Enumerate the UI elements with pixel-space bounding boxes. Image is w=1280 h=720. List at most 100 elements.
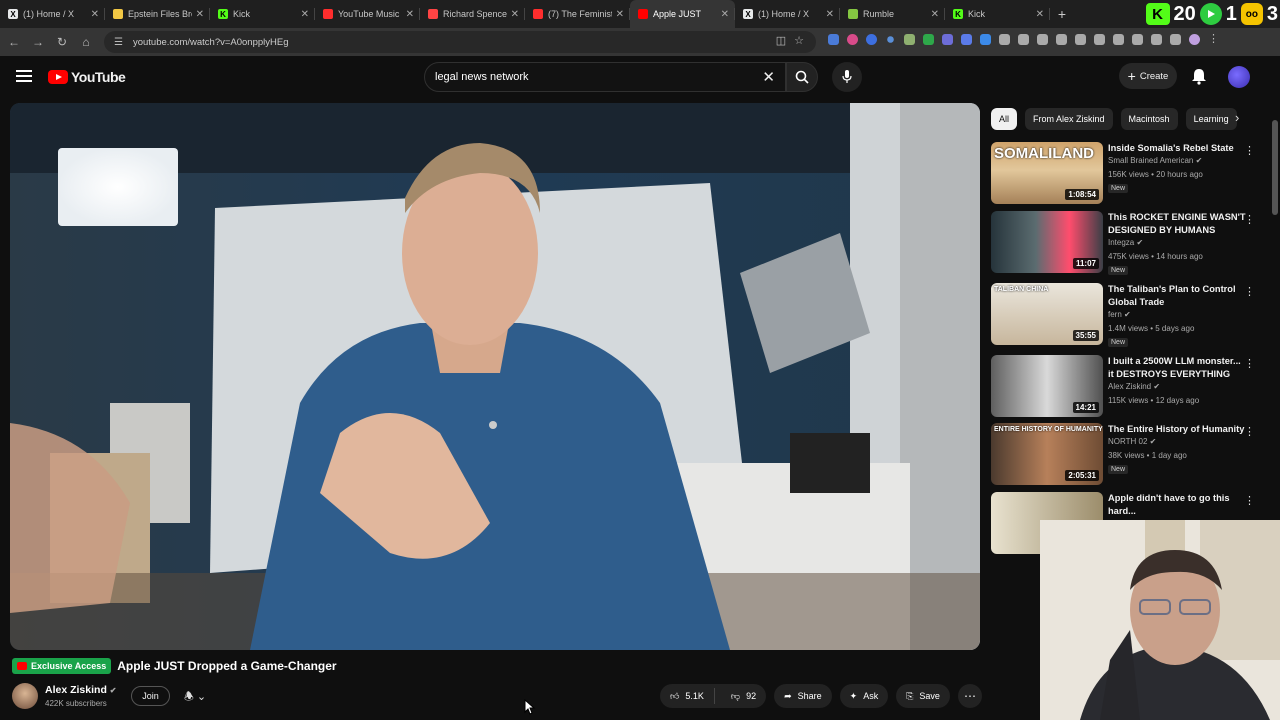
like-button[interactable]: 👍︎ 5.1K: [660, 688, 715, 704]
extension-icon[interactable]: [980, 34, 991, 45]
extension-icon[interactable]: [866, 34, 877, 45]
channel-avatar[interactable]: [12, 683, 38, 709]
close-tab-icon[interactable]: ✕: [931, 9, 939, 20]
voice-search-button[interactable]: [832, 62, 862, 92]
recommendation-channel[interactable]: Small Brained American ✔: [1108, 156, 1202, 165]
exclusive-access-badge[interactable]: Exclusive Access: [12, 658, 112, 674]
scrollbar[interactable]: [1272, 120, 1278, 215]
more-options-icon[interactable]: ⋮: [1244, 213, 1255, 226]
extension-icon[interactable]: [1094, 34, 1105, 45]
recommendation-item[interactable]: 14:21 I built a 2500W LLM monster... it D…: [991, 355, 1273, 417]
extension-icon[interactable]: [828, 34, 839, 45]
filter-chip[interactable]: Macintosh: [1120, 108, 1178, 130]
recommendation-title[interactable]: Apple didn't have to go this hard...: [1108, 492, 1248, 518]
recommendation-title[interactable]: I built a 2500W LLM monster... it DESTRO…: [1108, 355, 1248, 381]
browser-tab[interactable]: YouTube Music ✕: [315, 0, 420, 28]
extension-icon[interactable]: [1113, 34, 1124, 45]
more-options-icon[interactable]: ⋮: [1244, 285, 1255, 298]
video-thumbnail[interactable]: 14:21: [991, 355, 1103, 417]
close-tab-icon[interactable]: ✕: [826, 9, 834, 20]
chevron-right-icon[interactable]: ›: [1235, 110, 1239, 125]
url-field[interactable]: ☰ youtube.com/watch?v=A0onpplyHEg ◫ ☆: [104, 31, 816, 53]
back-icon[interactable]: ←: [2, 35, 26, 49]
browser-tab[interactable]: X (1) Home / X ✕: [0, 0, 105, 28]
video-thumbnail[interactable]: ENTIRE HISTORY OF HUMANITY 2:05:31: [991, 423, 1103, 485]
channel-name[interactable]: Alex Ziskind ✔: [45, 684, 116, 696]
browser-tab[interactable]: Richard Spencer ✕: [420, 0, 525, 28]
notifications-button[interactable]: [1191, 67, 1207, 90]
dislike-button[interactable]: 👎︎ 92: [721, 691, 766, 702]
close-tab-icon[interactable]: ✕: [406, 9, 414, 20]
join-button[interactable]: Join: [131, 686, 170, 706]
extension-icon[interactable]: [1151, 34, 1162, 45]
browser-tab[interactable]: K Kick ✕: [210, 0, 315, 28]
extension-icon[interactable]: [999, 34, 1010, 45]
face-icon[interactable]: oo: [1240, 3, 1263, 25]
extension-icon[interactable]: [1037, 34, 1048, 45]
more-options-icon[interactable]: ⋮: [1244, 425, 1255, 438]
more-actions-button[interactable]: ⋯: [957, 684, 982, 708]
account-avatar[interactable]: [1228, 66, 1250, 88]
video-player[interactable]: [10, 103, 980, 650]
recommendation-channel[interactable]: Integza ✔: [1108, 238, 1143, 247]
reload-icon[interactable]: ↻: [50, 35, 74, 49]
new-tab-icon[interactable]: +: [1050, 6, 1074, 22]
create-button[interactable]: + Create: [1119, 63, 1177, 89]
ask-button[interactable]: ✦ Ask: [839, 684, 889, 708]
menu-icon[interactable]: [16, 70, 32, 82]
video-thumbnail[interactable]: SOMALILAND 1:08:54: [991, 142, 1103, 204]
forward-icon[interactable]: →: [26, 35, 50, 49]
recommendation-title[interactable]: Inside Somalia's Rebel State: [1108, 142, 1248, 155]
extension-icon[interactable]: [961, 34, 972, 45]
extension-icon[interactable]: [1132, 34, 1143, 45]
recommendation-channel[interactable]: NORTH 02 ✔: [1108, 437, 1156, 446]
filter-chip[interactable]: All: [991, 108, 1018, 130]
play-icon[interactable]: [1199, 3, 1222, 25]
more-options-icon[interactable]: ⋮: [1244, 357, 1255, 370]
extension-icon[interactable]: [1075, 34, 1086, 45]
subscription-bell-dropdown[interactable]: 🕭 ⌄: [184, 688, 206, 707]
search-button[interactable]: [786, 62, 818, 92]
extension-icon[interactable]: [1170, 34, 1181, 45]
close-tab-icon[interactable]: ✕: [721, 9, 729, 20]
browser-tab[interactable]: Epstein Files Bro ✕: [105, 0, 210, 28]
video-thumbnail[interactable]: 11:07: [991, 211, 1103, 273]
close-tab-icon[interactable]: ✕: [616, 9, 624, 20]
close-tab-icon[interactable]: ✕: [511, 9, 519, 20]
browser-tab[interactable]: K Kick ✕: [945, 0, 1050, 28]
bookmark-star-icon[interactable]: ☆: [794, 34, 804, 47]
youtube-logo[interactable]: YouTube: [48, 69, 126, 85]
browser-tab[interactable]: Apple JUST ✕: [630, 0, 735, 28]
browser-menu-icon[interactable]: ⋮: [1208, 34, 1219, 45]
recommendation-title[interactable]: The Taliban's Plan to Control Global Tra…: [1108, 283, 1248, 309]
share-button[interactable]: ➦ Share: [774, 684, 832, 708]
recommendation-channel[interactable]: fern ✔: [1108, 310, 1131, 319]
recommendation-title[interactable]: This ROCKET ENGINE WASN'T DESIGNED BY HU…: [1108, 211, 1248, 237]
extension-icon[interactable]: [923, 34, 934, 45]
site-info-icon[interactable]: ☰: [114, 37, 123, 48]
home-icon[interactable]: ⌂: [74, 35, 98, 49]
recommendation-channel[interactable]: Alex Ziskind ✔: [1108, 382, 1160, 391]
close-tab-icon[interactable]: ✕: [196, 9, 204, 20]
extension-icon[interactable]: [904, 34, 915, 45]
extension-icon[interactable]: [847, 34, 858, 45]
recommendation-item[interactable]: ENTIRE HISTORY OF HUMANITY 2:05:31 The Ent…: [991, 423, 1273, 485]
filter-chip[interactable]: From Alex Ziskind: [1025, 108, 1113, 130]
extension-icon[interactable]: [1056, 34, 1067, 45]
save-button[interactable]: ⎘ Save: [896, 684, 950, 708]
close-tab-icon[interactable]: ✕: [1036, 9, 1044, 20]
browser-tab[interactable]: X (1) Home / X ✕: [735, 0, 840, 28]
extension-icon[interactable]: [1018, 34, 1029, 45]
more-options-icon[interactable]: ⋮: [1244, 144, 1255, 157]
search-input[interactable]: legal news network ✕: [424, 62, 786, 92]
browser-tab[interactable]: (7) The Feminist ✕: [525, 0, 630, 28]
video-thumbnail[interactable]: TALIBAN CHINA 35:55: [991, 283, 1103, 345]
browser-tab[interactable]: Rumble ✕: [840, 0, 945, 28]
close-tab-icon[interactable]: ✕: [91, 9, 99, 20]
filter-chip[interactable]: Learning: [1185, 108, 1237, 130]
extension-icon[interactable]: [942, 34, 953, 45]
more-options-icon[interactable]: ⋮: [1244, 494, 1255, 507]
close-tab-icon[interactable]: ✕: [301, 9, 309, 20]
recommendation-title[interactable]: The Entire History of Humanity: [1108, 423, 1248, 436]
recommendation-item[interactable]: SOMALILAND 1:08:54 Inside Somalia's Rebel …: [991, 142, 1273, 204]
